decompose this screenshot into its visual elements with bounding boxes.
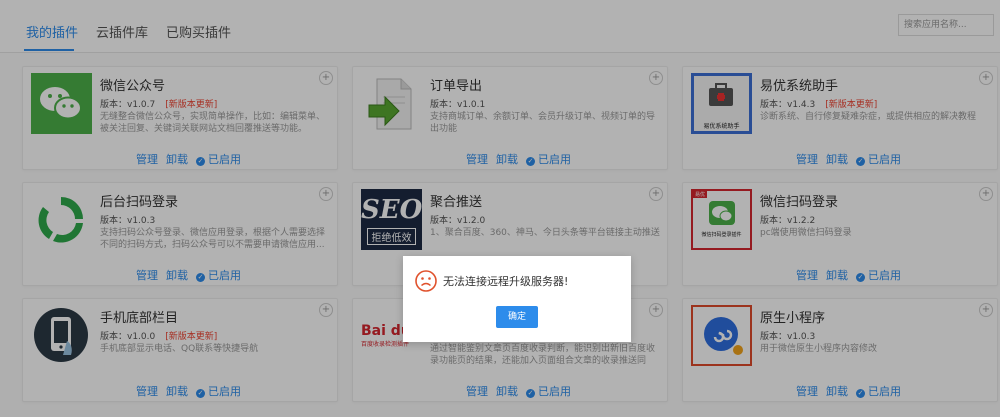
- error-dialog: 无法连接远程升级服务器! 确定: [403, 256, 631, 342]
- dialog-message: 无法连接远程升级服务器!: [443, 275, 569, 288]
- modal-overlay[interactable]: [0, 0, 1000, 417]
- sad-face-icon: [415, 270, 437, 292]
- confirm-button[interactable]: 确定: [496, 306, 538, 328]
